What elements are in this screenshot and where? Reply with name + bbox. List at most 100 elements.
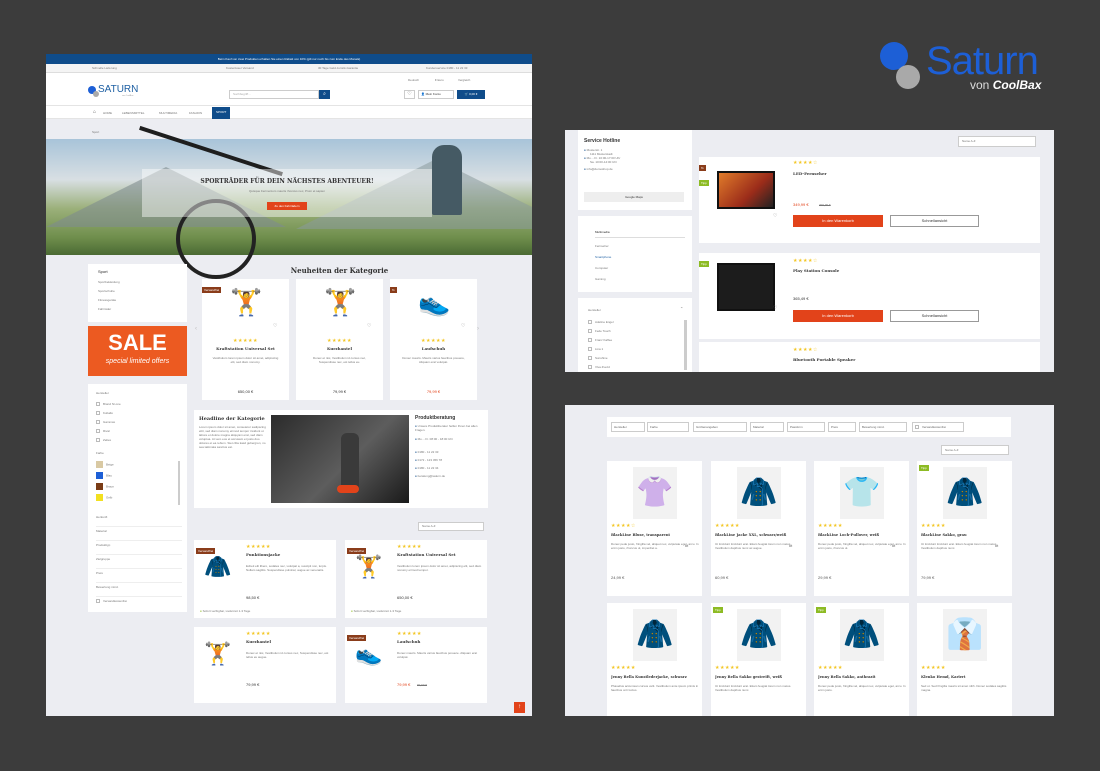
multimedia-title[interactable]: Multimedia (595, 230, 685, 238)
new-product-card[interactable]: 👟 % ♡ ★★★★★ Laufschuh Donec mauris. Maur… (390, 279, 477, 400)
compare-icon[interactable]: ⇄ (685, 543, 688, 548)
heart-icon[interactable]: ♡ (773, 213, 777, 219)
brand-option[interactable]: Lina 1 (588, 347, 614, 356)
product-card[interactable]: 🧥 ★★★★★ Jenny Bella Kunstlederjacke, sch… (607, 603, 702, 716)
cart-button[interactable]: 🛒 0,00 € (457, 90, 485, 99)
product-row[interactable]: ★★★★☆ Bluetooth Portable Speaker (699, 342, 1040, 372)
compare-icon[interactable]: ⇄ (789, 543, 792, 548)
color-option[interactable]: Beige (96, 461, 176, 472)
wishlist-icon[interactable]: ♡ (367, 323, 371, 329)
product-card[interactable]: 🧥 ★★★★★ BlackLine Jacke XXL, schwarz/wei… (711, 461, 806, 596)
nav-item-fashion[interactable]: FASHION (189, 111, 202, 115)
language-select[interactable]: Deutsch (408, 78, 419, 82)
category-item[interactable]: Sportschuhe (98, 289, 115, 293)
brand-option[interactable]: Fede Touch (588, 329, 614, 338)
hero-cta-button[interactable]: Zu den Fahrrädern (267, 202, 307, 210)
multimedia-item[interactable]: Gaming (595, 277, 606, 281)
search-input[interactable]: Suchbegriff... (229, 90, 319, 99)
multimedia-item[interactable]: Computer (595, 266, 608, 270)
filter-hersteller[interactable]: Hersteller (96, 391, 109, 395)
compare-link[interactable]: Vergleich (458, 78, 470, 82)
filter-farbe[interactable]: Farbe (96, 451, 104, 455)
product-name[interactable]: BlackLine Loch-Pullover, weiß (818, 533, 908, 537)
category-item[interactable]: Fitnessgeräte (98, 298, 116, 302)
nav-item-lebensmittel[interactable]: LEBENSMITTEL (122, 111, 145, 115)
search-button[interactable]: ⌕ (319, 90, 330, 99)
filter-chip[interactable]: Material (750, 422, 784, 432)
add-to-cart-button[interactable]: In den Warenkorb (793, 310, 883, 322)
heart-icon[interactable]: ♡ (773, 305, 777, 311)
brand-option[interactable]: Adeline Engel (588, 320, 614, 329)
product-row[interactable]: Tipp ♡ ★★★★☆ Play Station Console 365,49… (699, 253, 1040, 339)
scroll-top-button[interactable]: ↑ (514, 702, 525, 713)
account-button[interactable]: 👤 Mein Konto (418, 90, 454, 99)
carousel-next[interactable]: › (477, 326, 479, 332)
filter-bewertung[interactable]: Bewertung mind. (96, 585, 182, 597)
filter-chip[interactable]: Preis (828, 422, 856, 432)
currency-select[interactable]: € Euro (435, 78, 444, 82)
maps-button[interactable]: Google Maps (584, 192, 684, 202)
filter-produkttyp[interactable]: Produkttyp (96, 543, 182, 555)
product-name[interactable]: Jenny Bella Sakko, anthrazit (818, 675, 908, 679)
category-item[interactable]: Fahrräder (98, 307, 111, 311)
product-name[interactable]: LED-Fernseher (793, 171, 827, 176)
brand-option[interactable]: Sunshine (588, 356, 614, 365)
nav-item-home[interactable]: HOME (103, 111, 112, 115)
filter-chip[interactable]: Passform (787, 422, 825, 432)
filter-herkunft[interactable]: Herkunft (96, 515, 182, 527)
product-name[interactable]: Jenny Bella Kunstlederjacke, schwarz (611, 675, 701, 679)
filter-chip[interactable]: Größenangaben (693, 422, 747, 432)
sale-banner[interactable]: SALE special limited offers (88, 326, 187, 376)
brand-option[interactable]: Rival (96, 429, 176, 438)
product-card[interactable]: Tipp 🧥 ★★★★★ BlackLine Sakko, grau Ut ti… (917, 461, 1012, 596)
filter-preis[interactable]: Preis (96, 571, 182, 583)
product-card[interactable]: 👕 ★★★★★ BlackLine Loch-Pullover, weiß Do… (814, 461, 909, 596)
product-name[interactable]: Laufschuh (390, 346, 477, 351)
product-name[interactable]: Kurzhantel (296, 346, 383, 351)
color-option[interactable]: Gelb (96, 494, 176, 505)
chevron-up-icon[interactable]: ⌃ (680, 306, 683, 311)
filter-chip[interactable]: Farbe (647, 422, 689, 432)
product-list-card[interactable]: 🏋 ★★★★★ Kurzhantel Donec et nisi, Vestib… (194, 627, 336, 703)
sort-select[interactable]: Name A-Z (941, 445, 1009, 455)
sort-select[interactable]: Name A-Z (958, 136, 1036, 147)
filter-versandkostenfrei[interactable]: Versandkostenfrei (96, 599, 127, 604)
brand-option[interactable]: Zeltex (96, 438, 176, 447)
color-option[interactable]: Blau (96, 472, 176, 483)
filter-material[interactable]: Material (96, 529, 182, 541)
product-name[interactable]: Bluetooth Portable Speaker (793, 357, 855, 362)
filter-chip[interactable]: Hersteller (611, 422, 645, 432)
filter-zielgruppe[interactable]: Zielgruppe (96, 557, 182, 569)
compare-icon[interactable]: ⇄ (995, 543, 998, 548)
brand-option[interactable]: Kuballo (96, 411, 176, 420)
color-option[interactable]: Braun (96, 483, 176, 494)
product-name[interactable]: Funktionsjacke (246, 552, 280, 557)
product-list-card[interactable]: Versandfrei 🧥 ★★★★★ Funktionsjacke Exbet… (194, 540, 336, 618)
brand-filter-title[interactable]: Hersteller (588, 308, 601, 312)
multimedia-item-active[interactable]: Smartphone (595, 255, 611, 259)
product-card[interactable]: Tipp 🧥 ★★★★★ Jenny Bella Sakko gestreift… (711, 603, 806, 716)
product-card[interactable]: 👔 ★★★★★ Klenko Hemd, Kariert Sed ut. Sed… (917, 603, 1012, 716)
quick-view-button[interactable]: Schnellansicht (890, 215, 979, 227)
compare-icon[interactable]: ⇄ (892, 543, 895, 548)
wishlist-icon[interactable]: ♡ (273, 323, 277, 329)
brand-option[interactable]: Viva Zvezd (588, 365, 614, 372)
advice-line[interactable]: ● beratung@saturn.de (415, 474, 485, 482)
product-name[interactable]: BlackLine Bluse, transparent (611, 533, 701, 537)
product-list-card[interactable]: Versandfrei 👟 ★★★★★ Laufschuh Donec maur… (345, 627, 487, 703)
brand-option[interactable]: Gammax (96, 420, 176, 429)
product-list-card[interactable]: Versandfrei 🏋 ★★★★★ Kraftstation Univers… (345, 540, 487, 618)
nav-item-sport[interactable]: SPORT (212, 107, 231, 119)
product-name[interactable]: BlackLine Jacke XXL, schwarz/weiß (715, 533, 805, 537)
brand-scrollbar[interactable] (684, 320, 687, 370)
product-name[interactable]: BlackLine Sakko, grau (921, 533, 1011, 537)
store-logo[interactable]: SATURN von CoolBax (88, 84, 138, 100)
breadcrumb[interactable]: Sport (92, 130, 99, 134)
hotline-email[interactable]: ● info@demoshop.de (584, 167, 620, 171)
nav-home-icon[interactable]: ⌂ (93, 109, 96, 115)
product-name[interactable]: Kraftstation Universal Set (397, 552, 456, 557)
product-name[interactable]: Kraftstation Universal Set (202, 346, 289, 351)
wishlist-icon[interactable]: ♡ (461, 323, 465, 329)
quick-view-button[interactable]: Schnellansicht (890, 310, 979, 322)
color-scrollbar[interactable] (178, 461, 180, 505)
